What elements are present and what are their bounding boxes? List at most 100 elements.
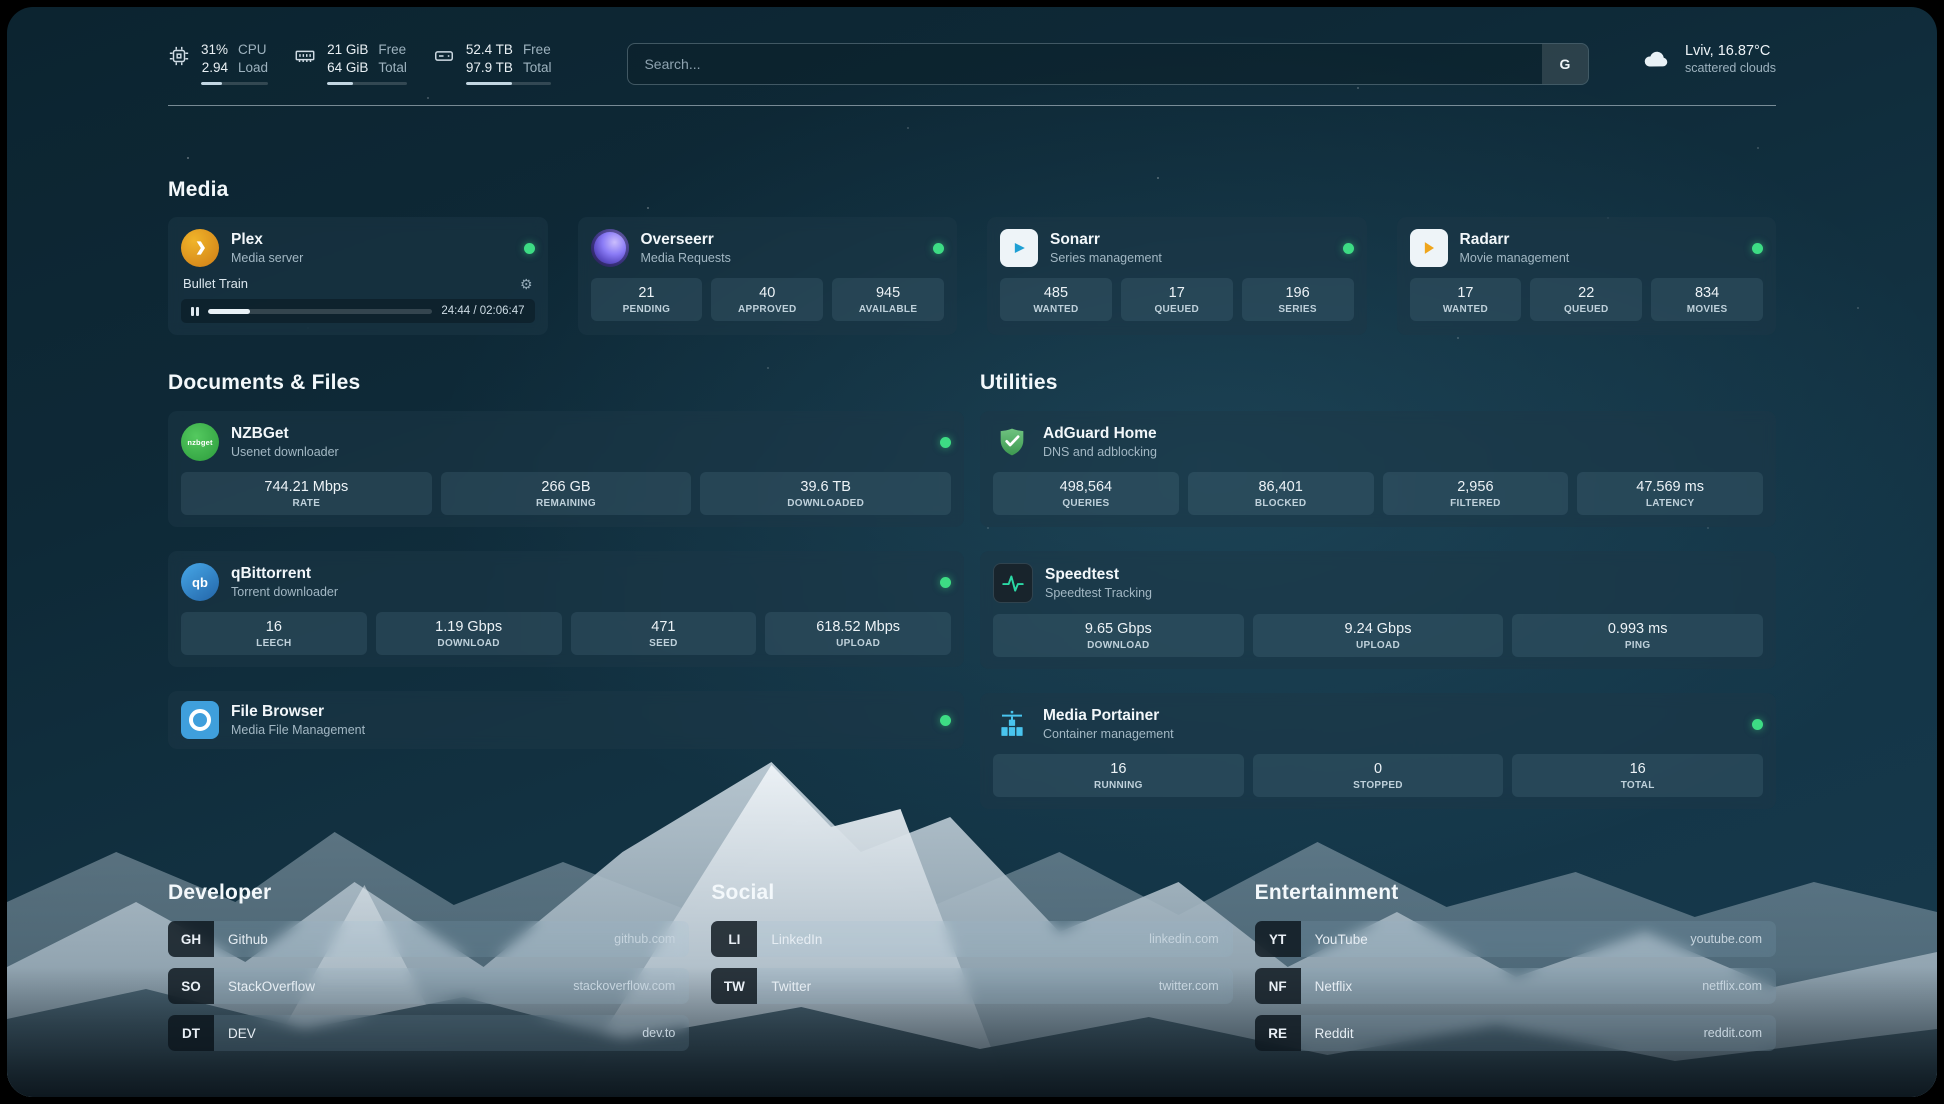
- service-titles: Speedtest Speedtest Tracking: [1045, 566, 1152, 601]
- bookmark-name: Netflix: [1315, 979, 1353, 994]
- stat-value: 39.6 TB: [704, 479, 947, 495]
- stat-value: 17: [1125, 285, 1229, 301]
- stat-label: AVAILABLE: [836, 304, 940, 315]
- bookmark-url: dev.to: [642, 1026, 675, 1040]
- stat-value: 618.52 Mbps: [769, 619, 947, 635]
- cloud-icon: [1639, 44, 1673, 74]
- service-card-speedtest[interactable]: Speedtest Speedtest Tracking 9.65 GbpsDO…: [980, 551, 1776, 669]
- search-provider-button[interactable]: G: [1542, 44, 1588, 84]
- service-titles: NZBGet Usenet downloader: [231, 425, 339, 460]
- stat-label: REMAINING: [445, 498, 688, 509]
- stat-value: 0.993 ms: [1516, 621, 1759, 637]
- service-card-radarr[interactable]: Radarr Movie management 17WANTED22QUEUED…: [1397, 217, 1777, 335]
- stat-box: 744.21 MbpsRATE: [181, 472, 432, 515]
- playback-progress-track[interactable]: [208, 309, 433, 314]
- stat-label: QUERIES: [997, 498, 1175, 509]
- bookmark-list-entertainment: YTYouTubeyoutube.com NFNetflixnetflix.com…: [1255, 921, 1776, 1051]
- service-card-filebrowser[interactable]: File Browser Media File Management: [168, 691, 964, 749]
- stat-box: 17QUEUED: [1121, 278, 1233, 321]
- disk-total-label: Total: [523, 59, 552, 77]
- memory-progress-track: [327, 82, 407, 85]
- search-bar: G: [627, 43, 1589, 85]
- bookmark-item[interactable]: DTDEVdev.to: [168, 1015, 689, 1051]
- now-playing-row: Bullet Train ⚙: [181, 276, 535, 291]
- stat-value: 498,564: [997, 479, 1175, 495]
- disk-free-label: Free: [523, 41, 552, 59]
- weather-readout: Lviv, 16.87°C scattered clouds: [1685, 43, 1776, 75]
- service-stats: 21PENDING40APPROVED945AVAILABLE: [591, 278, 945, 321]
- stat-value: 86,401: [1192, 479, 1370, 495]
- status-indicator: [1752, 243, 1763, 254]
- service-card-portainer[interactable]: Media Portainer Container management 16R…: [980, 693, 1776, 809]
- status-indicator: [1752, 719, 1763, 730]
- cpu-icon: [168, 45, 190, 67]
- dashboard-window: 31% 2.94 CPU Load: [7, 7, 1937, 1097]
- overseerr-icon: [591, 229, 629, 267]
- bookmark-name: LinkedIn: [771, 932, 822, 947]
- bookmark-item[interactable]: YTYouTubeyoutube.com: [1255, 921, 1776, 957]
- service-name: AdGuard Home: [1043, 425, 1157, 444]
- bookmark-name: StackOverflow: [228, 979, 315, 994]
- service-stats: 485WANTED17QUEUED196SERIES: [1000, 278, 1354, 321]
- service-subtitle: Torrent downloader: [231, 585, 338, 599]
- stat-label: PING: [1516, 640, 1759, 651]
- service-card-overseerr[interactable]: Overseerr Media Requests 21PENDING40APPR…: [578, 217, 958, 335]
- service-stats: 744.21 MbpsRATE266 GBREMAINING39.6 TBDOW…: [181, 472, 951, 515]
- section-title-entertainment: Entertainment: [1255, 881, 1776, 905]
- stat-label: RUNNING: [997, 780, 1240, 791]
- stat-box: 86,401BLOCKED: [1188, 472, 1374, 515]
- stat-label: DOWNLOAD: [380, 638, 558, 649]
- portainer-icon: [993, 705, 1031, 743]
- gear-icon[interactable]: ⚙: [520, 277, 533, 291]
- service-stats: 17WANTED22QUEUED834MOVIES: [1410, 278, 1764, 321]
- search-input[interactable]: [628, 44, 1542, 84]
- stat-value: 40: [715, 285, 819, 301]
- status-indicator: [940, 577, 951, 588]
- service-titles: Sonarr Series management: [1050, 231, 1162, 266]
- service-stats: 9.65 GbpsDOWNLOAD9.24 GbpsUPLOAD0.993 ms…: [993, 614, 1763, 657]
- disk-icon: [433, 45, 455, 67]
- bookmark-item[interactable]: TWTwittertwitter.com: [711, 968, 1232, 1004]
- bookmark-item[interactable]: LILinkedInlinkedin.com: [711, 921, 1232, 957]
- pause-icon[interactable]: [191, 307, 199, 316]
- service-header: Plex Media server: [181, 229, 535, 267]
- bookmark-item[interactable]: SOStackOverflowstackoverflow.com: [168, 968, 689, 1004]
- plex-icon: [181, 229, 219, 267]
- bookmark-abbr: GH: [168, 921, 214, 957]
- service-name: Media Portainer: [1043, 707, 1174, 726]
- service-subtitle: Speedtest Tracking: [1045, 586, 1152, 600]
- bookmark-item[interactable]: RERedditreddit.com: [1255, 1015, 1776, 1051]
- service-subtitle: Media Requests: [641, 251, 731, 265]
- nzbget-icon-label: nzbget: [187, 438, 212, 447]
- cpu-percent: 31%: [201, 41, 228, 59]
- bookmark-name: Twitter: [771, 979, 811, 994]
- bookmark-item[interactable]: NFNetflixnetflix.com: [1255, 968, 1776, 1004]
- service-subtitle: Container management: [1043, 727, 1174, 741]
- stat-label: STOPPED: [1257, 780, 1500, 791]
- bookmark-item[interactable]: GHGithubgithub.com: [168, 921, 689, 957]
- service-card-plex[interactable]: Plex Media server Bullet Train ⚙: [168, 217, 548, 335]
- service-titles: Media Portainer Container management: [1043, 707, 1174, 742]
- stat-box: 196SERIES: [1242, 278, 1354, 321]
- status-indicator: [933, 243, 944, 254]
- stat-value: 471: [575, 619, 753, 635]
- bookmark-group-social: Social LILinkedInlinkedin.comTWTwittertw…: [711, 881, 1232, 1062]
- service-subtitle: Movie management: [1460, 251, 1570, 265]
- stat-box: 21PENDING: [591, 278, 703, 321]
- service-card-adguard[interactable]: AdGuard Home DNS and adblocking 498,564 Q…: [980, 411, 1776, 527]
- service-card-sonarr[interactable]: Sonarr Series management 485WANTED17QUEU…: [987, 217, 1367, 335]
- section-title-documents: Documents & Files: [168, 371, 964, 395]
- stat-box: 39.6 TBDOWNLOADED: [700, 472, 951, 515]
- weather-widget: Lviv, 16.87°C scattered clouds: [1639, 43, 1776, 75]
- stat-box: 47.569 msLATENCY: [1577, 472, 1763, 515]
- service-header: Overseerr Media Requests: [591, 229, 945, 267]
- stat-box: 618.52 MbpsUPLOAD: [765, 612, 951, 655]
- stat-box: 2,956FILTERED: [1383, 472, 1569, 515]
- service-card-qbittorrent[interactable]: qb qBittorrent Torrent downloader 16LEEC…: [168, 551, 964, 667]
- disk-total: 97.9 TB: [466, 59, 513, 77]
- stat-value: 22: [1534, 285, 1638, 301]
- utilities-column: Utilities: [980, 371, 1776, 833]
- service-titles: AdGuard Home DNS and adblocking: [1043, 425, 1157, 460]
- bookmark-url: github.com: [614, 932, 675, 946]
- service-card-nzbget[interactable]: nzbget NZBGet Usenet downloader 744.21 M…: [168, 411, 964, 527]
